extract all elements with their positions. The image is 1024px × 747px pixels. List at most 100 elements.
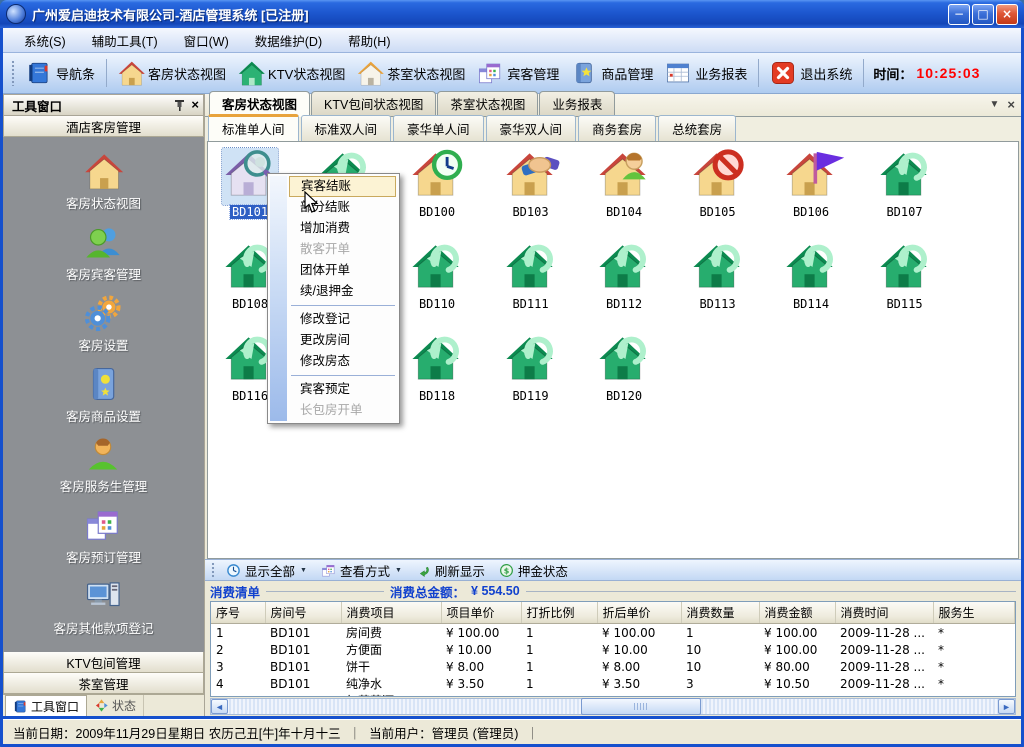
- tab-deluxe-single[interactable]: 豪华单人间: [393, 115, 484, 141]
- ctx-group-open-bill[interactable]: 团体开单: [289, 260, 397, 281]
- room-BD119[interactable]: BD119: [488, 332, 574, 403]
- column-header-5[interactable]: 折后单价: [597, 602, 681, 624]
- room-BD113[interactable]: BD113: [675, 240, 761, 311]
- room-BD114[interactable]: BD114: [768, 240, 854, 311]
- group-tea-mgmt[interactable]: 茶室管理: [3, 673, 204, 694]
- tab-deluxe-double[interactable]: 豪华双人间: [486, 115, 577, 141]
- dropdown-arrow-icon[interactable]: ▼: [300, 567, 307, 574]
- deposit-status-button[interactable]: $押金状态: [493, 560, 574, 581]
- column-header-2[interactable]: 消费项目: [341, 602, 441, 624]
- room-BD110[interactable]: BD110: [394, 240, 480, 311]
- sidebar-room-status-view[interactable]: 客房状态视图: [66, 152, 141, 212]
- show-all-button[interactable]: 显示全部▼: [220, 560, 313, 581]
- room-label: BD112: [581, 297, 667, 311]
- tab-list-dropdown-icon[interactable]: ▼: [990, 98, 1000, 112]
- business-report-button[interactable]: 业务报表: [659, 57, 753, 89]
- exit-system-button[interactable]: 退出系统: [764, 57, 858, 89]
- nav-bar-button[interactable]: 导航条: [20, 57, 101, 89]
- waiter-icon: [84, 435, 122, 473]
- room-status-view-button[interactable]: 客房状态视图: [112, 57, 232, 89]
- tab-ktv-status-view[interactable]: KTV包间状态视图: [311, 91, 436, 116]
- column-header-4[interactable]: 打折比例: [521, 602, 597, 624]
- scrollbar-thumb[interactable]: [581, 698, 701, 715]
- room-BD106[interactable]: BD106: [768, 148, 854, 219]
- tab-presidential-suite[interactable]: 总统套房: [658, 115, 736, 141]
- room-BD115[interactable]: BD115: [862, 240, 948, 311]
- tab-tool-window[interactable]: 工具窗口: [5, 695, 87, 716]
- room-BD105[interactable]: BD105: [675, 148, 761, 219]
- view-mode-button[interactable]: 查看方式▼: [315, 560, 408, 581]
- column-header-6[interactable]: 消费数量: [681, 602, 759, 624]
- column-header-0[interactable]: 序号: [211, 602, 265, 624]
- view-toolbar-grip[interactable]: [211, 562, 216, 578]
- toolbar-grip[interactable]: [11, 60, 16, 86]
- refresh-button[interactable]: 刷新显示: [410, 560, 491, 581]
- menu-help[interactable]: 帮助(H): [335, 28, 403, 53]
- pin-icon[interactable]: [174, 99, 185, 112]
- room-id: BD118: [417, 389, 457, 403]
- goods-mgmt-button[interactable]: 商品管理: [565, 57, 659, 89]
- ctx-add-consumption[interactable]: 增加消费: [289, 218, 397, 239]
- ctx-guest-checkout[interactable]: 宾客结账: [289, 176, 396, 197]
- tool-window-controls: ×: [174, 99, 199, 112]
- room-BD118[interactable]: BD118: [394, 332, 480, 403]
- room-BD112[interactable]: BD112: [581, 240, 667, 311]
- table-row[interactable]: 1BD101房间费¥ 100.001¥ 100.001¥ 100.002009-…: [211, 624, 1015, 642]
- ctx-guest-booking[interactable]: 宾客预定: [289, 379, 397, 400]
- tea-status-view-button[interactable]: 茶室状态视图: [351, 57, 471, 89]
- tab-business-suite[interactable]: 商务套房: [578, 115, 656, 141]
- room-label: BD106: [768, 205, 854, 219]
- menu-aux-tools[interactable]: 辅助工具(T): [79, 28, 171, 53]
- tab-status[interactable]: 状态: [87, 695, 144, 716]
- sidebar-room-other-payments[interactable]: 客房其他款项登记: [53, 577, 153, 637]
- table-row[interactable]: 5BD101红葡萄酒¥ 88.001¥ 88.003¥ 264.002009-1…: [211, 692, 1015, 697]
- total-amount-label: 消费总金额：: [390, 582, 465, 601]
- sidebar-room-goods-settings[interactable]: 客房商品设置: [66, 365, 141, 425]
- toolbar-button-label: 退出系统: [800, 64, 852, 83]
- sidebar-room-waiter-mgmt[interactable]: 客房服务生管理: [60, 435, 148, 495]
- column-header-8[interactable]: 消费时间: [835, 602, 933, 624]
- dropdown-arrow-icon[interactable]: ▼: [395, 567, 402, 574]
- room-BD120[interactable]: BD120: [581, 332, 667, 403]
- ctx-modify-registration[interactable]: 修改登记: [289, 309, 397, 330]
- table-cell: *: [933, 692, 1015, 697]
- sidebar-room-booking-mgmt[interactable]: 客房预订管理: [66, 506, 141, 566]
- room-BD107[interactable]: BD107: [862, 148, 948, 219]
- maximize-button[interactable]: □: [972, 4, 994, 25]
- column-header-7[interactable]: 消费金额: [759, 602, 835, 624]
- table-row[interactable]: 4BD101纯净水¥ 3.501¥ 3.503¥ 10.502009-11-28…: [211, 675, 1015, 692]
- menu-data-maintenance[interactable]: 数据维护(D): [242, 28, 335, 53]
- tab-tea-status-view[interactable]: 茶室状态视图: [437, 91, 538, 116]
- guest-mgmt-button[interactable]: 宾客管理: [471, 57, 565, 89]
- ctx-partial-checkout[interactable]: 部分结账: [289, 197, 397, 218]
- column-header-3[interactable]: 项目单价: [441, 602, 521, 624]
- room-BD103[interactable]: BD103: [488, 148, 574, 219]
- scroll-left-icon[interactable]: ◄: [211, 699, 228, 714]
- menu-window[interactable]: 窗口(W): [171, 28, 242, 53]
- menu-system[interactable]: 系统(S): [11, 28, 79, 53]
- tab-standard-double[interactable]: 标准双人间: [301, 115, 392, 141]
- tool-window-close-icon[interactable]: ×: [191, 99, 199, 111]
- tab-close-icon[interactable]: ×: [1007, 98, 1015, 112]
- ktv-status-view-button[interactable]: KTV状态视图: [232, 57, 351, 89]
- room-BD111[interactable]: BD111: [488, 240, 574, 311]
- close-button[interactable]: ×: [996, 4, 1018, 25]
- tab-business-report[interactable]: 业务报表: [539, 91, 615, 116]
- table-row[interactable]: 2BD101方便面¥ 10.001¥ 10.0010¥ 100.002009-1…: [211, 641, 1015, 658]
- sidebar-room-settings[interactable]: 客房设置: [78, 294, 128, 354]
- room-BD100[interactable]: BD100: [394, 148, 480, 219]
- column-header-9[interactable]: 服务生: [933, 602, 1015, 624]
- scroll-right-icon[interactable]: ►: [998, 699, 1015, 714]
- ctx-change-room-status[interactable]: 修改房态: [289, 351, 397, 372]
- horizontal-scrollbar[interactable]: ◄ ►: [210, 698, 1016, 715]
- tab-standard-single[interactable]: 标准单人间: [208, 114, 299, 141]
- ctx-renew-refund-deposit[interactable]: 续/退押金: [289, 281, 397, 302]
- room-BD104[interactable]: BD104: [581, 148, 667, 219]
- column-header-1[interactable]: 房间号: [265, 602, 341, 624]
- group-hotel-room-mgmt[interactable]: 酒店客房管理: [3, 116, 204, 137]
- table-row[interactable]: 3BD101饼干¥ 8.001¥ 8.0010¥ 80.002009-11-28…: [211, 658, 1015, 675]
- sidebar-room-guest-mgmt[interactable]: 客房宾客管理: [66, 223, 141, 283]
- ctx-change-room[interactable]: 更改房间: [289, 330, 397, 351]
- group-ktv-mgmt[interactable]: KTV包间管理: [3, 652, 204, 673]
- minimize-button[interactable]: −: [948, 4, 970, 25]
